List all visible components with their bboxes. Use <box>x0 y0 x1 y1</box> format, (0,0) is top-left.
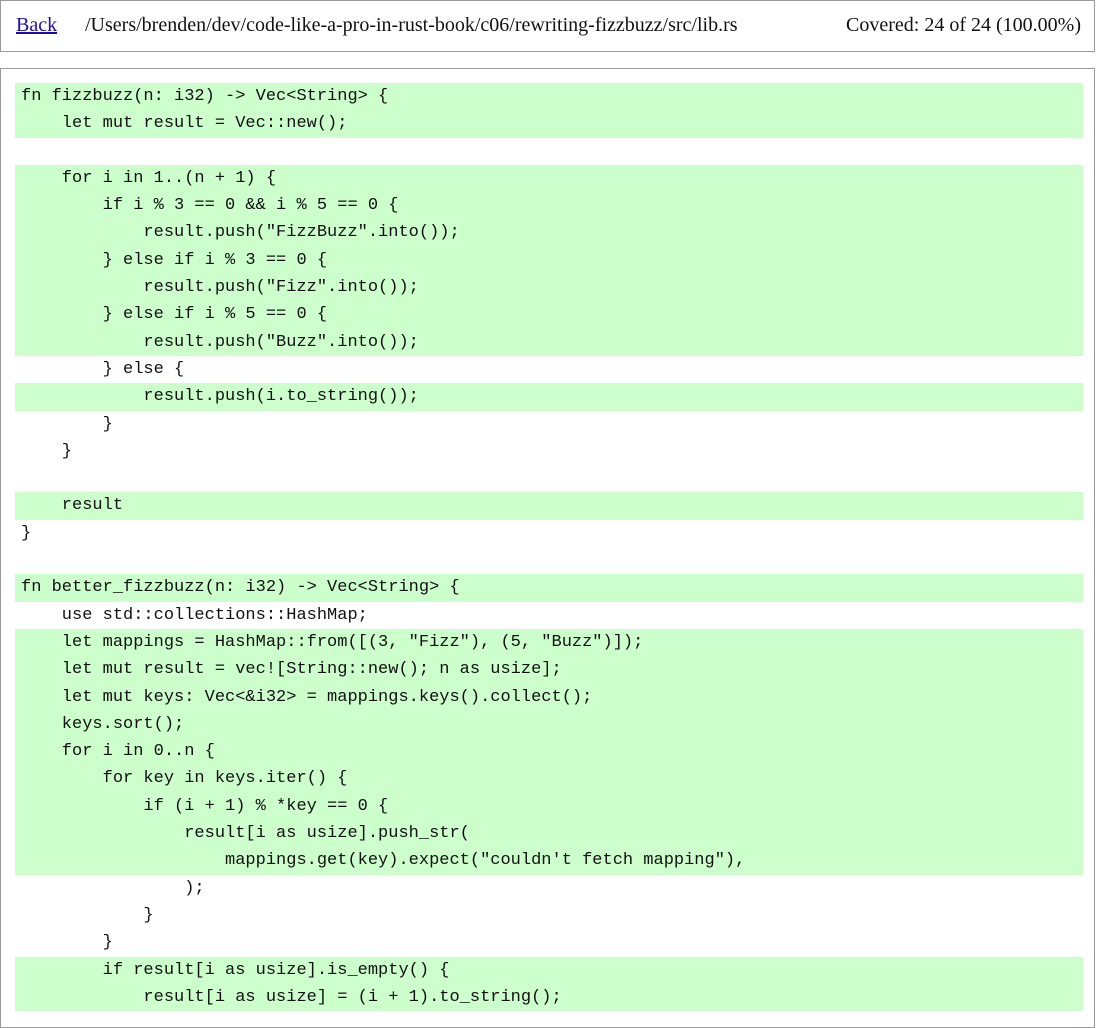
code-line-covered: result <box>15 492 1083 520</box>
code-line-covered: let mappings = HashMap::from([(3, "Fizz"… <box>15 628 1083 657</box>
code-line: } <box>21 933 113 953</box>
code-line: ); <box>21 878 205 898</box>
code-line-covered: mappings.get(key).expect("couldn't fetch… <box>15 847 1083 875</box>
code-line-covered: result[i as usize] = (i + 1).to_string()… <box>15 983 1083 1012</box>
code-line-covered: if i % 3 == 0 && i % 5 == 0 { <box>15 192 1083 220</box>
code-line-covered: let mut result = vec![String::new(); n a… <box>15 656 1083 684</box>
code-line-covered: result[i as usize].push_str( <box>15 820 1083 848</box>
code-line-covered: } else if i % 3 == 0 { <box>15 246 1083 275</box>
code-line-covered: fn fizzbuzz(n: i32) -> Vec<String> { <box>15 83 1083 111</box>
code-line: } <box>21 414 113 434</box>
source-code-panel: fn fizzbuzz(n: i32) -> Vec<String> { let… <box>0 68 1095 1028</box>
code-line-covered: keys.sort(); <box>15 710 1083 739</box>
code-line-covered: fn better_fizzbuzz(n: i32) -> Vec<String… <box>15 574 1083 602</box>
code-line-covered: result.push(i.to_string()); <box>15 383 1083 411</box>
code-line: } <box>21 523 32 543</box>
code-line: } <box>21 441 73 461</box>
code-line-covered: for i in 1..(n + 1) { <box>15 164 1083 193</box>
code-line-covered: result.push("FizzBuzz".into()); <box>15 219 1083 247</box>
code-line-covered: if result[i as usize].is_empty() { <box>15 956 1083 984</box>
code-line-covered: for key in keys.iter() { <box>15 765 1083 793</box>
code-line: } <box>21 905 154 925</box>
code-line-covered: let mut keys: Vec<&i32> = mappings.keys(… <box>15 683 1083 711</box>
code-line-covered: for i in 0..n { <box>15 738 1083 766</box>
file-path: /Users/brenden/dev/code-like-a-pro-in-ru… <box>85 14 738 36</box>
code-line: } else { <box>21 359 185 379</box>
code-line-covered: if (i + 1) % *key == 0 { <box>15 792 1083 821</box>
code-line-covered: result.push("Buzz".into()); <box>15 328 1083 356</box>
source-code: fn fizzbuzz(n: i32) -> Vec<String> { let… <box>15 83 1083 1012</box>
code-line-covered: result.push("Fizz".into()); <box>15 274 1083 302</box>
code-line: use std::collections::HashMap; <box>21 605 368 625</box>
coverage-summary: Covered: 24 of 24 (100.00%) <box>846 14 1081 36</box>
back-link[interactable]: Back <box>16 14 57 37</box>
code-line-covered: } else if i % 5 == 0 { <box>15 301 1083 329</box>
code-line-covered: let mut result = Vec::new(); <box>15 110 1083 138</box>
report-header: Back /Users/brenden/dev/code-like-a-pro-… <box>0 0 1095 52</box>
